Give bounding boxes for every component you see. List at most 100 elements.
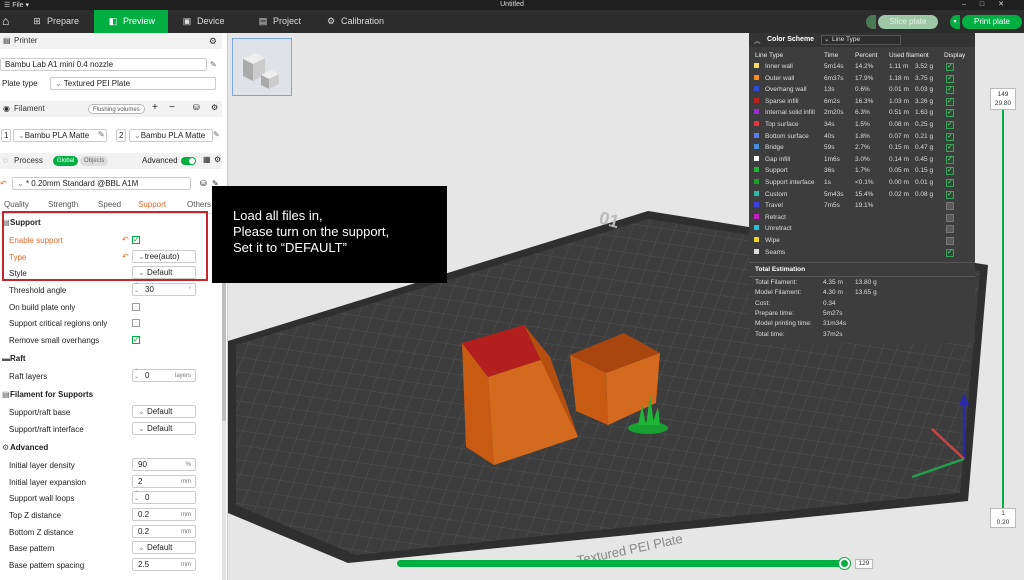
tab-prepare[interactable]: ⊞ Prepare [20, 10, 92, 33]
legend-row: Inner wall 5m14s 14.2% 1.11 m 3.52 g [749, 62, 975, 75]
display-checkbox[interactable] [946, 225, 954, 234]
printer-select[interactable]: Bambu Lab A1 mini 0.4 nozzle [0, 58, 207, 71]
support-raft-interface-select[interactable]: ⌄ Default [132, 422, 196, 435]
remove-small-overhangs-checkbox[interactable] [132, 335, 140, 344]
display-checkbox[interactable] [946, 108, 954, 118]
slice-plate-button[interactable]: Slice plate [878, 15, 938, 29]
save-profile-icon[interactable]: ⛁ [200, 179, 207, 188]
initial-layer-expansion-input[interactable]: 2 mm [132, 475, 196, 488]
process-global-toggle[interactable]: Global [53, 156, 79, 166]
display-checkbox[interactable] [946, 178, 954, 187]
support-wall-loops-input[interactable]: ⌃ ⌄ 0 [132, 491, 196, 504]
bottom-z-distance-input[interactable]: 0.2 mm [132, 525, 196, 538]
line-type-percent: <0.1% [855, 179, 874, 186]
line-type-length: 0.00 m [889, 179, 909, 186]
line-type-time: 2m20s [824, 109, 844, 117]
printer-settings-icon[interactable]: ⚙ [209, 33, 217, 49]
stepper-icon[interactable]: ⌃ ⌄ [134, 283, 139, 294]
tab-quality[interactable]: Quality [4, 200, 29, 209]
display-checkbox[interactable] [946, 97, 954, 106]
line-type-name: Bottom surface [765, 132, 809, 140]
raft-layers-input[interactable]: ⌃ ⌄ 0 layers [132, 369, 196, 382]
advanced-group-icon: ⚙ [2, 443, 10, 452]
tab-project[interactable]: ▤ Project [258, 10, 328, 33]
layer-slider-track[interactable] [1002, 110, 1004, 508]
line-type-weight: 0.47 g [915, 144, 934, 152]
tab-device[interactable]: ▣ Device [182, 10, 252, 33]
tab-others[interactable]: Others [187, 200, 211, 209]
filament-settings-icon[interactable]: ⚙ [211, 103, 218, 112]
initial-layer-density-input[interactable]: 90% [132, 458, 196, 471]
printer-edit-icon[interactable]: ✎ [210, 60, 217, 69]
display-checkbox[interactable] [946, 85, 954, 95]
layer-slider-bottom[interactable]: 1 0.20 [990, 508, 1016, 528]
display-checkbox[interactable] [946, 213, 954, 222]
collapse-icon[interactable]: ︽ [754, 35, 761, 45]
print-dropdown-icon[interactable]: ▾ [950, 15, 960, 29]
tab-preview[interactable]: ◧ Preview [94, 10, 168, 33]
plate-thumbnail[interactable] [232, 38, 292, 96]
layer-slider-top[interactable]: 149 29.80 [990, 88, 1016, 110]
tab-strength[interactable]: Strength [48, 200, 78, 209]
display-checkbox[interactable] [946, 248, 954, 257]
tab-calibration[interactable]: ⚙ Calibration [326, 10, 406, 33]
display-checkbox[interactable] [946, 155, 954, 164]
display-checkbox[interactable] [946, 190, 954, 199]
display-checkbox[interactable] [946, 166, 954, 176]
advanced-toggle[interactable] [181, 157, 196, 165]
plate-type-select[interactable]: ⌄ Textured PEI Plate [50, 77, 216, 90]
close-icon[interactable]: ✕ [998, 1, 1018, 8]
line-type-weight: 0.25 g [915, 121, 934, 128]
stepper-icon[interactable]: ⌃ ⌄ [134, 491, 139, 502]
support-critical-regions-checkbox[interactable] [132, 319, 140, 327]
process-settings-icon[interactable]: ⚙ [214, 155, 221, 164]
filament-2-edit-icon[interactable]: ✎ [213, 130, 220, 139]
line-type-name: Seams [765, 248, 786, 256]
stepper-icon[interactable]: ⌃ ⌄ [134, 369, 139, 380]
col-display: Display [944, 52, 966, 59]
filament-1-edit-icon[interactable]: ✎ [98, 130, 105, 139]
support-raft-base-select[interactable]: ⌄ Default [132, 405, 196, 418]
home-icon[interactable]: ⌂ [2, 14, 14, 28]
maximize-icon[interactable]: □ [980, 1, 998, 8]
display-checkbox[interactable] [946, 202, 954, 211]
display-checkbox[interactable] [946, 132, 954, 141]
on-build-plate-only-checkbox[interactable] [132, 303, 140, 311]
slice-dropdown[interactable] [866, 15, 876, 29]
remove-filament-icon[interactable]: − [169, 102, 175, 113]
total-estimation-title: Total Estimation [755, 266, 806, 273]
filament-slot-1[interactable]: ⌄Bambu PLA Matte [13, 129, 107, 142]
display-checkbox[interactable] [946, 237, 954, 245]
base-pattern-spacing-input[interactable]: 2.5 mm [132, 558, 196, 571]
color-scheme-select[interactable]: ⌄ Line Type [821, 35, 901, 45]
line-type-weight: 0.21 g [915, 132, 934, 140]
top-z-distance-input[interactable]: 0.2 mm [132, 508, 196, 521]
display-checkbox[interactable] [946, 62, 954, 71]
move-slider-knob[interactable] [839, 558, 850, 569]
display-checkbox[interactable] [946, 143, 954, 153]
legend-row: Bottom surface 40s 1.8% 0.07 m 0.21 g [749, 132, 975, 145]
compare-icon[interactable]: ▦ [203, 155, 211, 164]
top-z-distance-value: 0.2 [138, 510, 150, 519]
display-checkbox[interactable] [946, 120, 954, 129]
window-controls: –□✕ [962, 0, 1018, 8]
filament-sync-icon[interactable]: ⛁ [193, 103, 200, 112]
move-slider-track[interactable] [397, 560, 849, 567]
line-type-time: 1m6s [824, 155, 840, 163]
threshold-angle-input[interactable]: ⌃ ⌄ 30 ° [132, 283, 196, 296]
tab-speed[interactable]: Speed [98, 200, 121, 209]
base-pattern-select[interactable]: ⌄ Default [132, 541, 196, 554]
process-objects-toggle[interactable]: Objects [80, 156, 109, 166]
minimize-icon[interactable]: – [962, 1, 980, 8]
display-checkbox[interactable] [946, 74, 954, 83]
filament-slot-2[interactable]: ⌄Bambu PLA Matte [129, 129, 213, 142]
print-plate-button[interactable]: Print plate [962, 15, 1022, 29]
profile-reset-icon[interactable]: ↶ [0, 179, 7, 188]
flushing-volumes-button[interactable]: Flushing volumes [88, 104, 145, 114]
legend-row: Seams [749, 248, 975, 261]
process-profile-select[interactable]: ⌄ * 0.20mm Standard @BBL A1M [12, 177, 191, 190]
chevron-down-icon: ⌄ [138, 407, 147, 416]
raft-layers-value: 0 [145, 371, 150, 380]
filament-slot-2-index: 2 [116, 129, 126, 142]
add-filament-icon[interactable]: + [152, 102, 158, 113]
